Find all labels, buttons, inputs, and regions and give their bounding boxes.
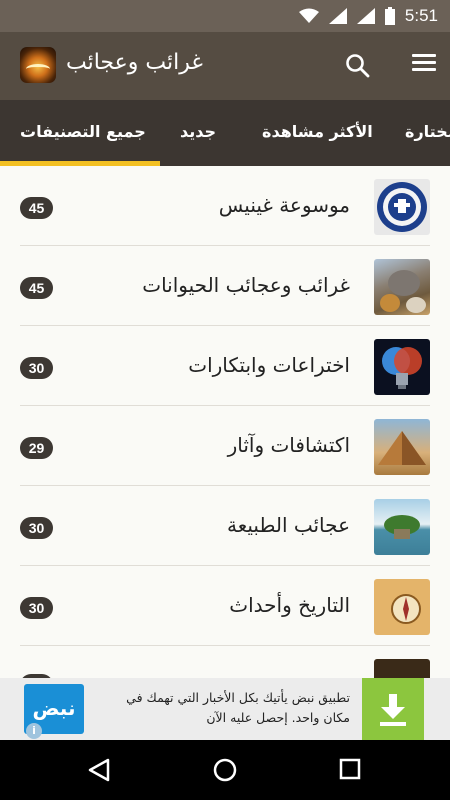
list-item[interactable]: التاريخ وأحداث 30 bbox=[20, 566, 430, 646]
app-bar: غرائب وعجائب bbox=[0, 32, 450, 100]
count-badge: 45 bbox=[20, 277, 53, 299]
navigation-bar bbox=[0, 740, 450, 800]
old-map-compass-thumbnail bbox=[374, 579, 430, 635]
ad-banner[interactable]: نبض i تطبيق نبض يأتيك بكل الأخبار التي ت… bbox=[0, 678, 450, 740]
partial-thumbnail bbox=[374, 659, 430, 678]
count-badge: 45 bbox=[20, 197, 53, 219]
search-icon[interactable] bbox=[344, 52, 372, 80]
animals-thumbnail bbox=[374, 259, 430, 315]
list-item[interactable]: غرائب وعجائب الحيوانات 45 bbox=[20, 246, 430, 326]
count-badge: 30 bbox=[20, 597, 53, 619]
status-bar: 5:51 bbox=[0, 0, 450, 32]
list-item[interactable]: موسوعة غينيس 45 bbox=[20, 166, 430, 246]
category-list: موسوعة غينيس 45 غرائب وعجائب الحيوانات 4… bbox=[0, 166, 450, 678]
app-title: غرائب وعجائب bbox=[66, 50, 203, 75]
tab-all-categories[interactable]: جميع التصنيفات bbox=[20, 122, 146, 141]
lightbulb-brain-thumbnail bbox=[374, 339, 430, 395]
count-badge: 30 bbox=[20, 517, 53, 539]
back-icon[interactable] bbox=[88, 758, 110, 782]
category-label: غرائب وعجائب الحيوانات bbox=[142, 273, 350, 297]
category-tabs: جميع التصنيفات جديد الأكثر مشاهدة مختارة bbox=[0, 100, 450, 166]
recents-icon[interactable] bbox=[339, 758, 361, 780]
wifi-icon bbox=[298, 8, 319, 23]
category-label: موسوعة غينيس bbox=[218, 193, 350, 217]
ad-text[interactable]: تطبيق نبض يأتيك بكل الأخبار التي تهمك في… bbox=[100, 688, 350, 728]
tab-featured[interactable]: مختارة bbox=[405, 122, 450, 141]
category-label: التاريخ وأحداث bbox=[229, 593, 350, 617]
menu-icon[interactable] bbox=[412, 54, 436, 78]
pyramid-thumbnail bbox=[374, 419, 430, 475]
list-item[interactable] bbox=[20, 646, 430, 678]
battery-icon bbox=[384, 7, 395, 25]
tab-new[interactable]: جديد bbox=[180, 122, 216, 141]
ad-info-icon[interactable]: i bbox=[26, 723, 42, 739]
category-label: عجائب الطبيعة bbox=[227, 513, 350, 537]
clock: 5:51 bbox=[404, 6, 438, 25]
app-logo bbox=[20, 47, 56, 83]
list-item[interactable]: عجائب الطبيعة 30 bbox=[20, 486, 430, 566]
category-label: اكتشافات وآثار bbox=[227, 433, 350, 457]
guinness-thumbnail bbox=[374, 179, 430, 235]
list-item[interactable]: اكتشافات وآثار 29 bbox=[20, 406, 430, 486]
signal-2-icon bbox=[356, 8, 375, 24]
download-button[interactable] bbox=[362, 678, 424, 740]
home-icon[interactable] bbox=[213, 758, 237, 782]
signal-icon bbox=[328, 8, 347, 24]
count-badge: 29 bbox=[20, 437, 53, 459]
list-item[interactable]: اختراعات وابتكارات 30 bbox=[20, 326, 430, 406]
download-icon bbox=[380, 694, 406, 726]
tab-most-viewed[interactable]: الأكثر مشاهدة bbox=[262, 122, 373, 141]
count-badge: 30 bbox=[20, 357, 53, 379]
category-label: اختراعات وابتكارات bbox=[188, 353, 350, 377]
island-thumbnail bbox=[374, 499, 430, 555]
